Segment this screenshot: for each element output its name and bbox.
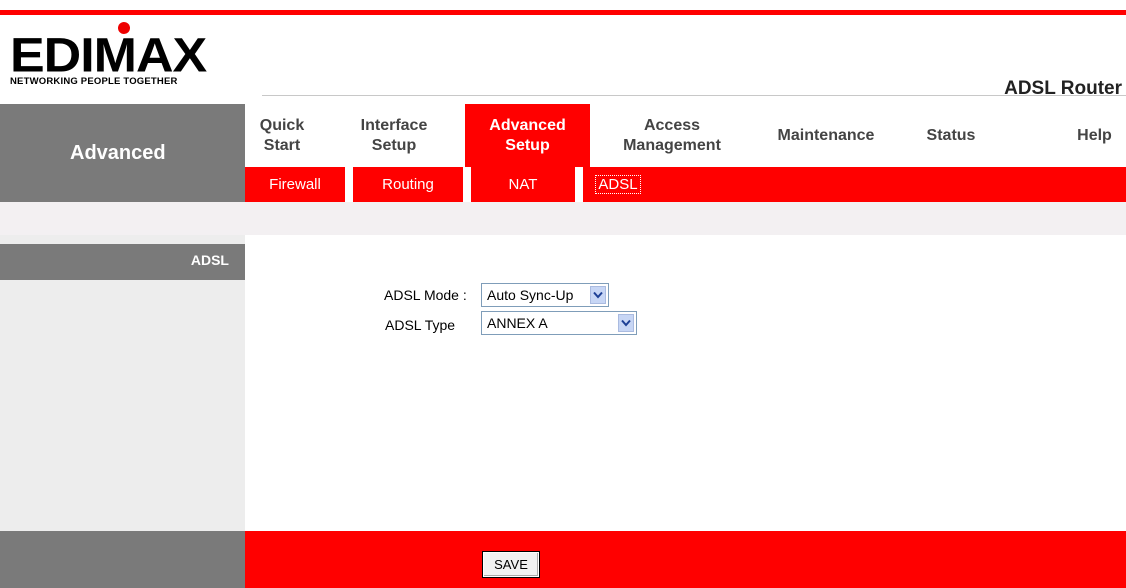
subnav-separator — [345, 167, 353, 202]
tab-advanced-setup[interactable]: Advanced Setup — [465, 104, 590, 167]
footer-left — [0, 531, 245, 588]
adsl-type-label: ADSL Type — [385, 317, 456, 333]
tab-quick-start[interactable]: Quick Start — [245, 104, 319, 167]
chevron-down-icon — [618, 314, 634, 332]
header-divider — [262, 95, 1126, 96]
footer-bar — [245, 531, 1126, 588]
subtab-firewall[interactable]: Firewall — [245, 167, 345, 202]
subtab-adsl[interactable]: ADSL — [583, 167, 653, 202]
subtab-nat[interactable]: NAT — [471, 167, 575, 202]
adsl-type-value: ANNEX A — [487, 315, 548, 331]
tab-help[interactable]: Help — [1063, 104, 1126, 167]
main-nav: Quick Start Interface Setup Advanced Set… — [245, 104, 1126, 167]
adsl-type-select[interactable]: ANNEX A — [481, 311, 637, 335]
sub-nav: Firewall Routing NAT ADSL — [245, 167, 1126, 202]
subnav-separator — [575, 167, 583, 202]
chevron-down-icon — [590, 286, 606, 304]
adsl-mode-value: Auto Sync-Up — [487, 287, 574, 303]
subtab-routing[interactable]: Routing — [353, 167, 463, 202]
logo-tagline: NETWORKING PEOPLE TOGETHER — [10, 76, 178, 87]
tab-interface-setup[interactable]: Interface Setup — [339, 104, 449, 167]
sidebar-title: Advanced — [0, 106, 245, 202]
sidebar-section-label: ADSL — [190, 252, 229, 268]
subnav-separator — [463, 167, 471, 202]
sidebar-section: ADSL — [0, 244, 245, 280]
edimax-logo: EDIMAX NETWORKING PEOPLE TOGETHER — [10, 22, 255, 88]
tab-status[interactable]: Status — [913, 104, 989, 167]
top-accent-bar — [0, 10, 1126, 15]
product-name: ADSL Router — [1004, 78, 1122, 99]
adsl-mode-select[interactable]: Auto Sync-Up — [481, 283, 609, 307]
tab-maintenance[interactable]: Maintenance — [761, 104, 891, 167]
sidebar-title-label: Advanced — [70, 142, 166, 164]
tab-access-management[interactable]: Access Management — [605, 104, 739, 167]
adsl-mode-label: ADSL Mode : — [384, 287, 467, 303]
save-button[interactable]: SAVE — [482, 551, 540, 578]
content-top-band — [0, 202, 1126, 235]
logo-wordmark: EDIMAX — [10, 29, 207, 83]
